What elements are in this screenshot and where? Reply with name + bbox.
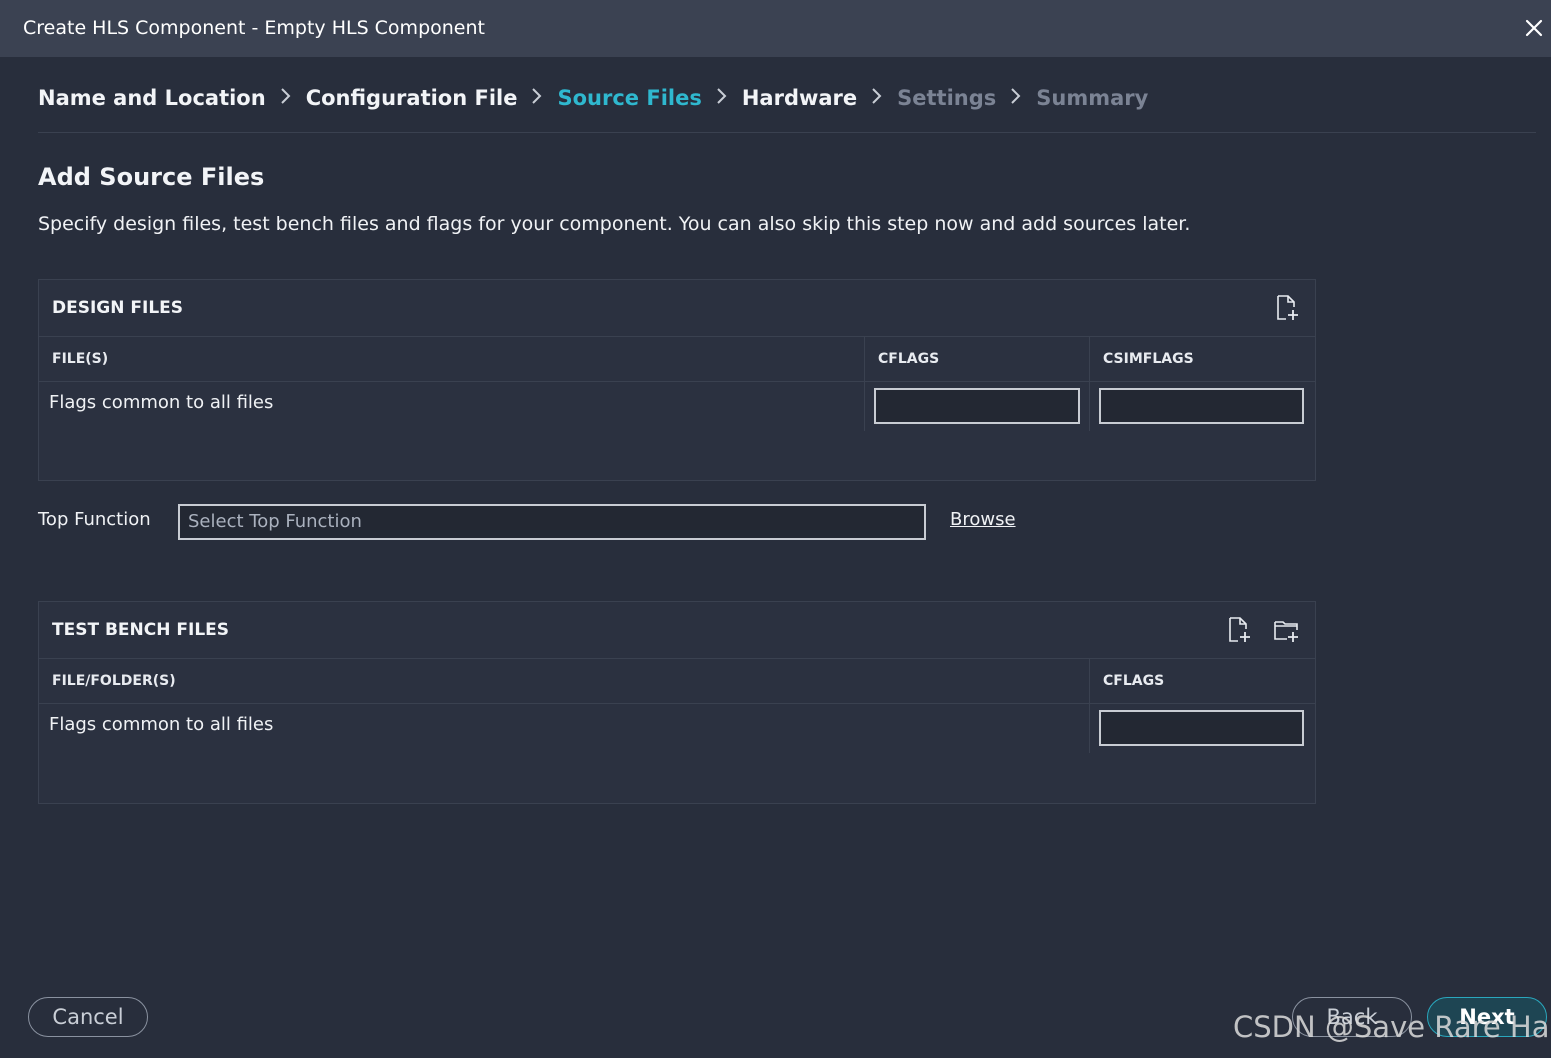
column-header-cflags: CFLAGS	[878, 351, 940, 367]
column-divider	[1089, 659, 1090, 753]
header-divider	[38, 132, 1536, 133]
add-file-icon[interactable]	[1272, 293, 1302, 323]
design-files-panel: DESIGN FILES FILE(S) CFLAGS CSIMFLAGS Fl…	[38, 279, 1316, 481]
test-bench-files-panel: TEST BENCH FILES FILE/FOLDER(S) CFLAGS F…	[38, 601, 1316, 804]
step-configuration-file[interactable]: Configuration File	[306, 86, 518, 110]
column-header-csimflags: CSIMFLAGS	[1103, 351, 1194, 367]
add-folder-icon[interactable]	[1272, 615, 1302, 645]
step-source-files[interactable]: Source Files	[557, 86, 701, 110]
breadcrumb: Name and Location Configuration File Sou…	[38, 78, 1148, 118]
top-function-input[interactable]: Select Top Function	[178, 504, 926, 540]
page-title: Add Source Files	[38, 163, 265, 191]
chevron-right-icon	[702, 86, 742, 110]
dialog-titlebar: Create HLS Component - Empty HLS Compone…	[0, 0, 1551, 57]
test-bench-row-label: Flags common to all files	[49, 714, 274, 735]
design-cflags-input[interactable]	[874, 388, 1080, 424]
row-divider	[39, 381, 1315, 382]
design-files-title: DESIGN FILES	[52, 298, 184, 318]
design-csimflags-input[interactable]	[1099, 388, 1304, 424]
dialog-title: Create HLS Component - Empty HLS Compone…	[23, 17, 485, 39]
step-name-and-location[interactable]: Name and Location	[38, 86, 266, 110]
column-header-file-folders: FILE/FOLDER(S)	[52, 673, 176, 689]
cancel-button[interactable]: Cancel	[28, 997, 148, 1037]
step-hardware[interactable]: Hardware	[742, 86, 857, 110]
browse-link[interactable]: Browse	[950, 509, 1016, 530]
chevron-right-icon	[857, 86, 897, 110]
column-divider	[1089, 337, 1090, 431]
page-description: Specify design files, test bench files a…	[38, 213, 1191, 235]
column-header-files: FILE(S)	[52, 351, 109, 367]
chevron-right-icon	[266, 86, 306, 110]
column-divider	[864, 337, 865, 431]
test-bench-cflags-input[interactable]	[1099, 710, 1304, 746]
back-button[interactable]: Back	[1292, 997, 1412, 1037]
step-settings: Settings	[897, 86, 997, 110]
column-header-cflags: CFLAGS	[1103, 673, 1165, 689]
add-file-icon[interactable]	[1224, 615, 1254, 645]
design-row-label: Flags common to all files	[49, 392, 274, 413]
chevron-right-icon	[996, 86, 1036, 110]
test-bench-files-title: TEST BENCH FILES	[52, 620, 230, 640]
step-summary: Summary	[1036, 86, 1149, 110]
row-divider	[39, 703, 1315, 704]
close-icon[interactable]	[1520, 14, 1548, 42]
top-function-label: Top Function	[38, 509, 151, 530]
next-button[interactable]: Next	[1427, 997, 1547, 1037]
chevron-right-icon	[517, 86, 557, 110]
